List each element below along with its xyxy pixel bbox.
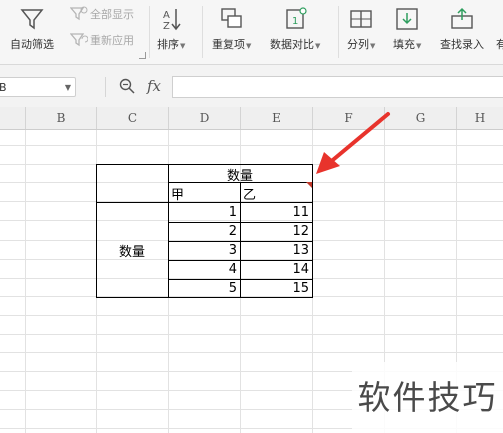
zoom-icon[interactable] [119, 78, 135, 94]
fill-down-icon [396, 8, 418, 30]
table-border [168, 279, 313, 280]
data-compare-label: 数据对比 [270, 38, 314, 51]
fill-label: 填充 [393, 38, 415, 51]
formula-bar: B ▼ fx [0, 65, 503, 107]
split-column-icon [350, 10, 372, 28]
annotation-arrow [316, 112, 390, 174]
column-header-bar: B C D E F G H [0, 107, 503, 130]
duplicates-button[interactable]: 重复项▼ [212, 6, 251, 52]
find-entry-icon [451, 7, 473, 29]
svg-text:1: 1 [292, 16, 298, 27]
filter-refresh-icon [70, 33, 88, 47]
cell-d[interactable]: 1 [168, 205, 237, 220]
gridline [0, 220, 503, 221]
filter-icon [20, 9, 44, 30]
sort-icon: A Z [163, 9, 181, 32]
sort-button[interactable]: A Z 排序▼ [157, 6, 185, 52]
cutoff-ribbon-label: 有 [496, 38, 503, 51]
table-subheader-b: 乙 [243, 188, 257, 203]
gridline [0, 352, 503, 353]
cell-e[interactable]: 11 [240, 205, 309, 220]
sort-label: 排序 [157, 38, 179, 51]
find-entry-label: 查找录入 [440, 38, 484, 51]
auto-filter-label: 自动筛选 [10, 38, 54, 51]
corner-header[interactable] [0, 107, 25, 129]
formula-input[interactable] [172, 76, 503, 98]
divider [105, 77, 106, 97]
find-entry-button[interactable]: 查找录入 [440, 6, 484, 52]
reapply-button[interactable]: 重新应用 [70, 32, 134, 48]
table-border [168, 260, 313, 261]
cell-e[interactable]: 12 [240, 224, 309, 239]
split-column-button[interactable]: 分列▼ [347, 6, 375, 52]
table-border [96, 297, 313, 298]
chevron-down-icon: ▼ [246, 42, 252, 50]
name-box[interactable]: B ▼ [0, 77, 76, 97]
gridline [0, 315, 503, 316]
gridline [0, 145, 503, 146]
column-header-c[interactable]: C [96, 107, 168, 129]
fill-button[interactable]: 填充▼ [393, 6, 421, 52]
table-border [168, 241, 313, 242]
ribbon-separator [338, 6, 339, 58]
dialog-launcher-icon[interactable] [139, 52, 146, 59]
gridline [25, 130, 26, 433]
column-header-e[interactable]: E [240, 107, 312, 129]
cell-e[interactable]: 14 [240, 262, 309, 277]
duplicates-label: 重复项 [212, 38, 245, 51]
table-border [96, 202, 313, 203]
chevron-down-icon[interactable]: ▼ [65, 78, 71, 98]
table-border [312, 164, 313, 298]
chevron-down-icon: ▼ [315, 42, 321, 50]
split-column-label: 分列 [347, 38, 369, 51]
cell-e[interactable]: 15 [240, 281, 309, 296]
duplicates-icon [220, 8, 242, 28]
table-subheader-a: 甲 [171, 188, 185, 203]
name-box-value: B [0, 81, 7, 94]
show-all-button[interactable]: 全部显示 [70, 6, 134, 22]
ribbon-toolbar: 自动筛选 全部显示 重新应用 A Z 排序▼ 重复项▼ 1 数据对比▼ 分列▼ … [0, 0, 503, 65]
auto-filter-button[interactable]: 自动筛选 [10, 6, 54, 52]
reapply-label: 重新应用 [90, 34, 134, 47]
table-row-label: 数量 [118, 245, 145, 260]
table-border [96, 164, 97, 298]
cell-d[interactable]: 2 [168, 224, 237, 239]
chevron-down-icon: ▼ [416, 42, 422, 50]
ribbon-separator [202, 6, 203, 58]
column-header-d[interactable]: D [168, 107, 240, 129]
table-border [168, 222, 313, 223]
cell-d[interactable]: 3 [168, 243, 237, 258]
chevron-down-icon: ▼ [180, 42, 186, 50]
filter-clear-icon [70, 6, 88, 21]
show-all-label: 全部显示 [90, 8, 134, 21]
column-header-b[interactable]: B [25, 107, 96, 129]
data-compare-icon: 1 [286, 7, 307, 29]
cell-e[interactable]: 13 [240, 243, 309, 258]
column-header-h[interactable]: H [456, 107, 503, 129]
ribbon-separator [149, 6, 150, 58]
chevron-down-icon: ▼ [370, 42, 376, 50]
fx-icon[interactable]: fx [147, 77, 161, 95]
gridline [0, 334, 503, 335]
table-header-quantity: 数量 [226, 169, 253, 184]
svg-text:A: A [163, 10, 170, 21]
svg-text:Z: Z [163, 21, 170, 32]
watermark: 软件技巧 [352, 362, 503, 433]
data-compare-button[interactable]: 1 数据对比▼ [270, 6, 320, 52]
comment-marker[interactable] [306, 182, 312, 188]
cell-d[interactable]: 4 [168, 262, 237, 277]
cell-d[interactable]: 5 [168, 281, 237, 296]
